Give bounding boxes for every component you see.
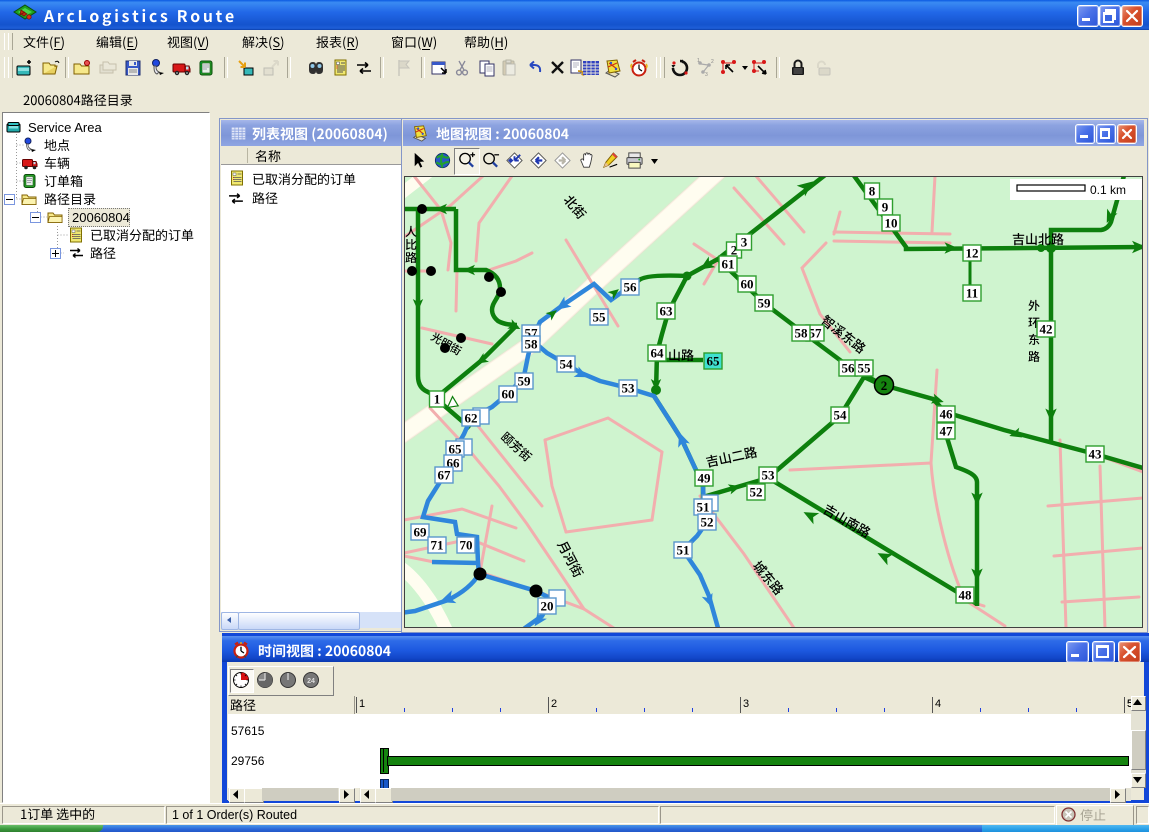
svg-text:54: 54: [834, 408, 848, 423]
svg-text:53: 53: [762, 468, 776, 483]
svg-text:0.1 km: 0.1 km: [1090, 183, 1126, 197]
svg-text:2: 2: [881, 378, 888, 393]
svg-text:62: 62: [465, 411, 478, 426]
svg-text:2: 2: [711, 59, 714, 65]
svg-text:20: 20: [541, 599, 554, 614]
svg-text:49: 49: [698, 471, 712, 486]
svg-text:11: 11: [966, 286, 978, 301]
svg-text:67: 67: [438, 468, 452, 483]
svg-text:52: 52: [750, 485, 763, 500]
svg-text:3: 3: [705, 72, 708, 78]
svg-text:12: 12: [966, 246, 979, 261]
svg-text:71: 71: [431, 538, 444, 553]
svg-text:24: 24: [307, 678, 315, 685]
svg-text:58: 58: [795, 326, 809, 341]
svg-text:59: 59: [518, 374, 532, 389]
svg-text:56: 56: [842, 361, 856, 376]
svg-text:52: 52: [701, 515, 714, 530]
svg-text:54: 54: [560, 357, 574, 372]
svg-text:65: 65: [449, 442, 463, 457]
svg-text:48: 48: [959, 588, 973, 603]
svg-text:55: 55: [858, 361, 872, 376]
svg-text:69: 69: [414, 525, 428, 540]
svg-text:42: 42: [1040, 322, 1053, 337]
svg-text:46: 46: [940, 407, 954, 422]
svg-text:55: 55: [593, 310, 607, 325]
svg-text:65: 65: [707, 354, 721, 369]
svg-text:51: 51: [677, 543, 690, 558]
svg-text:58: 58: [525, 337, 539, 352]
svg-text:9: 9: [882, 200, 889, 215]
svg-text:59: 59: [758, 296, 772, 311]
svg-text:51: 51: [697, 500, 710, 515]
svg-text:64: 64: [651, 346, 665, 361]
svg-text:70: 70: [460, 538, 473, 553]
svg-text:43: 43: [1089, 447, 1103, 462]
svg-text:61: 61: [722, 257, 735, 272]
svg-text:10: 10: [885, 216, 898, 231]
svg-text:3: 3: [741, 235, 748, 250]
svg-text:1: 1: [697, 58, 700, 64]
svg-text:60: 60: [502, 387, 515, 402]
svg-text:60: 60: [741, 277, 754, 292]
svg-text:47: 47: [940, 424, 954, 439]
svg-text:56: 56: [624, 280, 638, 295]
svg-text:63: 63: [660, 304, 674, 319]
svg-text:8: 8: [869, 184, 876, 199]
svg-text:1: 1: [434, 392, 441, 407]
svg-text:53: 53: [622, 381, 636, 396]
